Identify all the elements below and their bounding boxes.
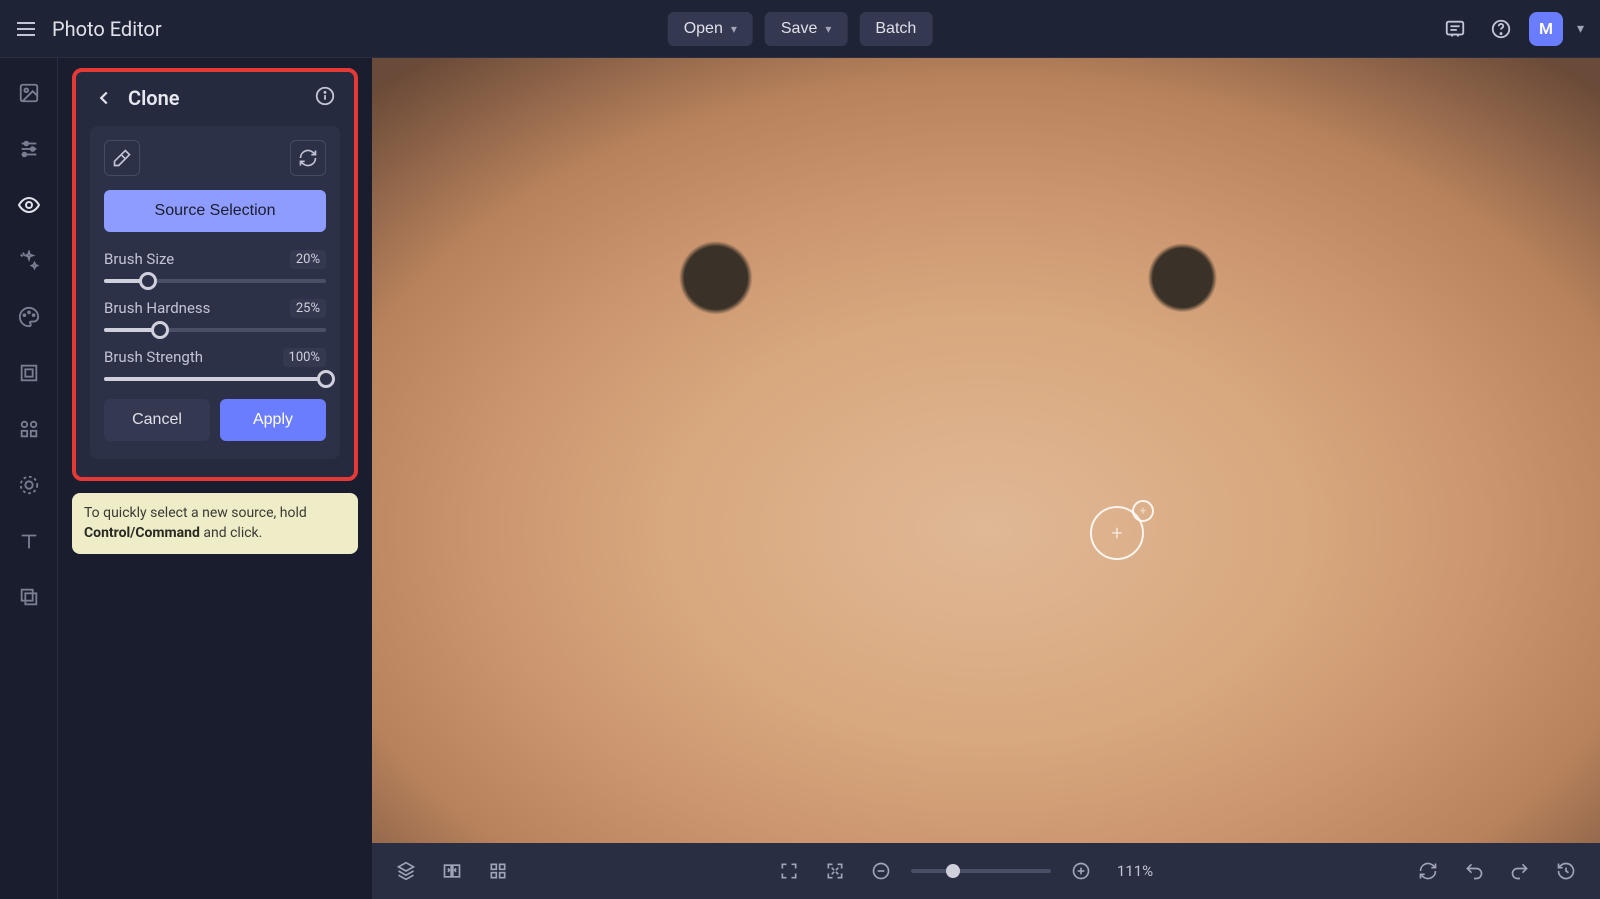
- hint-post: and click.: [200, 525, 262, 541]
- eraser-icon[interactable]: [104, 140, 140, 176]
- brush-hardness-label: Brush Hardness: [104, 299, 210, 318]
- save-label: Save: [781, 20, 817, 38]
- zoom-in-icon[interactable]: [1065, 855, 1097, 887]
- open-button[interactable]: Open ▾: [668, 12, 753, 46]
- overlay-tool-icon[interactable]: [16, 584, 42, 610]
- redo-icon[interactable]: [1504, 855, 1536, 887]
- open-label: Open: [684, 20, 723, 38]
- chevron-down-icon: ▾: [825, 22, 831, 36]
- color-tool-icon[interactable]: [16, 304, 42, 330]
- compare-icon[interactable]: [436, 855, 468, 887]
- brush-size-label: Brush Size: [104, 250, 174, 269]
- effects-tool-icon[interactable]: [16, 248, 42, 274]
- brush-hardness-slider: Brush Hardness 25%: [104, 299, 326, 332]
- info-icon[interactable]: [314, 85, 340, 111]
- adjust-tool-icon[interactable]: [16, 136, 42, 162]
- menu-icon[interactable]: [12, 15, 40, 43]
- back-icon[interactable]: [90, 84, 118, 112]
- clone-cursor-icon: [1090, 506, 1144, 560]
- top-bar: Photo Editor Open ▾ Save ▾ Batch M ▾: [0, 0, 1600, 58]
- canvas-area: 111%: [372, 58, 1600, 899]
- brush-size-slider: Brush Size 20%: [104, 250, 326, 283]
- panel-title: Clone: [128, 86, 180, 110]
- texture-tool-icon[interactable]: [16, 472, 42, 498]
- brush-strength-value[interactable]: 100%: [283, 348, 326, 367]
- chevron-down-icon: ▾: [731, 22, 737, 36]
- source-selection-button[interactable]: Source Selection: [104, 190, 326, 232]
- brush-hardness-value[interactable]: 25%: [290, 299, 326, 318]
- brush-size-value[interactable]: 20%: [290, 250, 326, 269]
- apply-button[interactable]: Apply: [220, 399, 326, 441]
- fit-icon[interactable]: [819, 855, 851, 887]
- side-panel: Clone Source Selection Bru: [58, 58, 372, 899]
- save-button[interactable]: Save ▾: [765, 12, 848, 46]
- avatar[interactable]: M: [1529, 12, 1563, 46]
- undo-icon[interactable]: [1458, 855, 1490, 887]
- feedback-icon[interactable]: [1437, 11, 1473, 47]
- chevron-down-icon[interactable]: ▾: [1573, 21, 1588, 37]
- reset-icon[interactable]: [290, 140, 326, 176]
- tool-rail: [0, 58, 58, 899]
- help-icon[interactable]: [1483, 11, 1519, 47]
- layers-icon[interactable]: [390, 855, 422, 887]
- brush-strength-slider: Brush Strength 100%: [104, 348, 326, 381]
- app-title: Photo Editor: [52, 17, 162, 41]
- zoom-out-icon[interactable]: [865, 855, 897, 887]
- brush-size-track[interactable]: [104, 279, 326, 283]
- cancel-button[interactable]: Cancel: [104, 399, 210, 441]
- retouch-tool-icon[interactable]: [16, 192, 42, 218]
- batch-button[interactable]: Batch: [859, 12, 932, 46]
- hint-box: To quickly select a new source, hold Con…: [72, 493, 358, 554]
- refresh-icon[interactable]: [1412, 855, 1444, 887]
- batch-label: Batch: [875, 20, 916, 38]
- zoom-label: 111%: [1117, 862, 1153, 880]
- zoom-slider[interactable]: [911, 869, 1051, 873]
- brush-hardness-track[interactable]: [104, 328, 326, 332]
- bottom-toolbar: 111%: [372, 843, 1600, 899]
- brush-strength-track[interactable]: [104, 377, 326, 381]
- brush-strength-label: Brush Strength: [104, 348, 203, 367]
- image-tool-icon[interactable]: [16, 80, 42, 106]
- clone-panel: Clone Source Selection Bru: [72, 68, 358, 481]
- grid-icon[interactable]: [482, 855, 514, 887]
- hint-pre: To quickly select a new source, hold: [84, 505, 307, 521]
- canvas-view[interactable]: [372, 58, 1600, 843]
- frame-tool-icon[interactable]: [16, 360, 42, 386]
- fullscreen-icon[interactable]: [773, 855, 805, 887]
- text-tool-icon[interactable]: [16, 528, 42, 554]
- elements-tool-icon[interactable]: [16, 416, 42, 442]
- hint-bold: Control/Command: [84, 525, 200, 541]
- history-icon[interactable]: [1550, 855, 1582, 887]
